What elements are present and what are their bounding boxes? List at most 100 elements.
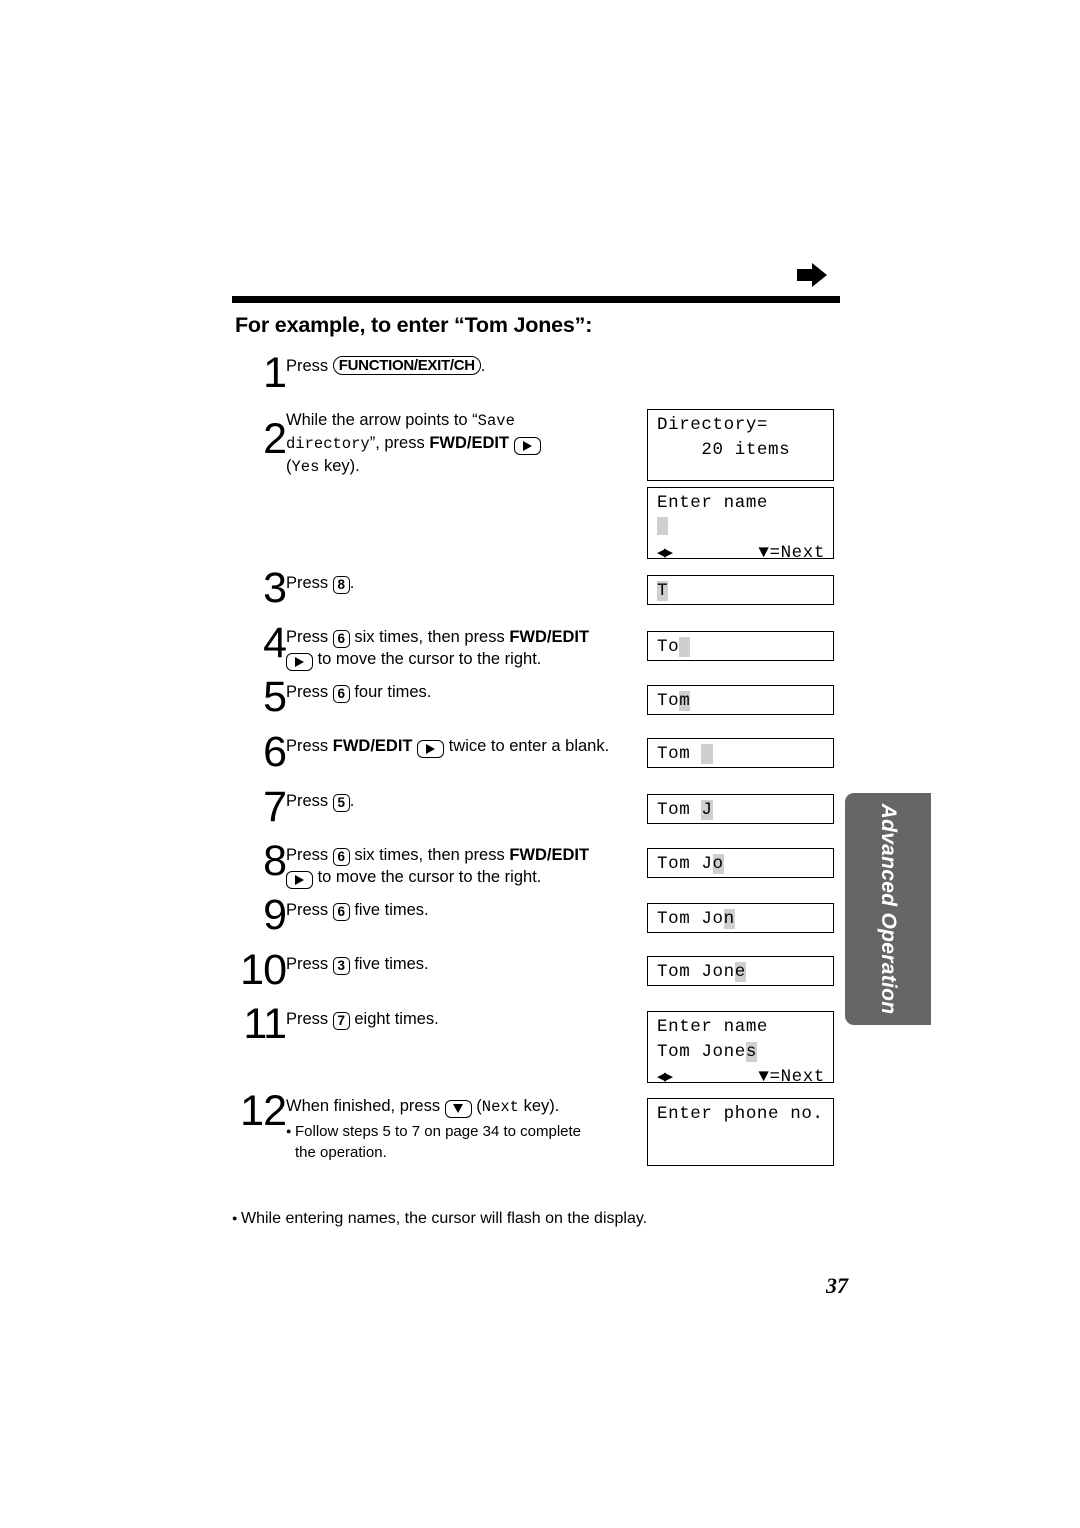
keypad-6-key[interactable]: 6 — [332, 630, 350, 648]
step-text: Press 6 four times. — [286, 681, 636, 703]
step-text-a: Press — [286, 901, 333, 919]
keypad-8-key[interactable]: 8 — [332, 576, 350, 594]
keypad-6-key[interactable]: 6 — [332, 685, 350, 703]
lcd-line: Directory= — [657, 415, 769, 435]
cursor-block — [657, 517, 668, 535]
keypad-6-key[interactable]: 6 — [332, 903, 350, 921]
step-number: 3 — [263, 564, 287, 612]
step-text-c: to move the cursor to the right. — [313, 650, 542, 668]
lcd-line: Tom Jon — [657, 907, 825, 932]
step-text-a: Press — [286, 846, 333, 864]
cursor-char: m — [679, 691, 691, 711]
lcd-text: Tom Jo — [657, 909, 724, 929]
next-down-arrow-key[interactable] — [444, 1100, 472, 1118]
fwd-edit-label: FWD/EDIT — [509, 628, 590, 646]
lcd-text: To — [657, 637, 680, 657]
save-directory-prompt-a: Save — [477, 412, 515, 430]
fwd-edit-right-arrow-key[interactable] — [513, 437, 541, 455]
keypad-6-key[interactable]: 6 — [332, 848, 350, 866]
step-text-d: key). — [319, 457, 360, 475]
lcd-step3: T — [647, 575, 834, 605]
step-text-b: twice to enter a blank. — [444, 737, 610, 755]
keypad-3-key[interactable]: 3 — [332, 957, 350, 975]
save-directory-prompt-b: directory — [286, 435, 370, 453]
manual-page: For example, to enter “Tom Jones”: 1 Pre… — [0, 0, 1080, 1528]
fwd-edit-label: FWD/EDIT — [332, 737, 413, 755]
lcd-line: Enter name — [657, 493, 769, 513]
step-text-b: ”, press — [369, 434, 430, 452]
step-12-note: Follow steps 5 to 7 on page 34 to comple… — [286, 1122, 676, 1163]
header-rule — [232, 296, 840, 303]
step-number: 2 — [263, 415, 287, 463]
step-text-b: five times. — [349, 955, 429, 973]
next-key-name: Next — [481, 1098, 519, 1116]
lcd-text: Tom — [657, 744, 702, 764]
step-number: 5 — [263, 673, 287, 721]
step-text: Press 3 five times. — [286, 953, 636, 975]
step-text-a: Press — [286, 628, 333, 646]
fwd-edit-label: FWD/EDIT — [429, 434, 510, 452]
step-number: 12 — [240, 1087, 287, 1135]
fwd-edit-right-arrow-key[interactable] — [286, 871, 313, 889]
step-number: 9 — [263, 891, 287, 939]
step-text-c: to move the cursor to the right. — [313, 868, 542, 886]
step-number: 10 — [240, 946, 287, 994]
step-number: 8 — [263, 837, 287, 885]
lcd-step6: Tom — [647, 738, 834, 768]
cursor-char: o — [712, 854, 724, 874]
cursor-char: J — [701, 800, 713, 820]
cursor-char: n — [723, 909, 735, 929]
note-line-1: Follow steps 5 to 7 on page 34 to comple… — [295, 1123, 582, 1140]
lcd-text: Tom J — [657, 854, 713, 874]
step-text-prefix: Press — [286, 357, 333, 375]
lcd-enter-phone: Enter phone no. — [647, 1098, 834, 1166]
lcd-directory: Directory= 20 items — [647, 409, 834, 481]
lcd-line: Tom Jones — [657, 1040, 825, 1065]
function-exit-ch-key[interactable]: FUNCTION/EXIT/CH — [332, 356, 481, 375]
lcd-step5: Tom — [647, 685, 834, 715]
step-text-b: eight times. — [349, 1010, 439, 1028]
fwd-edit-right-arrow-key[interactable] — [286, 653, 313, 671]
lcd-step10: Tom Jone — [647, 956, 834, 986]
step-text-a: Press — [286, 955, 333, 973]
lcd-enter-name-full: Enter name Tom Jones ◀▶ ▼=Next — [647, 1011, 834, 1087]
step-text-a: When finished, press — [286, 1097, 445, 1115]
lcd-text: Tom Jon — [657, 962, 735, 982]
step-text: Press 8. — [286, 572, 636, 594]
step-text: Press FUNCTION/EXIT/CH. — [286, 355, 636, 377]
page-footnote: While entering names, the cursor will fl… — [232, 1210, 647, 1228]
step-text: Press 6 six times, then press FWD/EDIT t… — [286, 844, 646, 889]
lcd-line: To — [657, 635, 825, 660]
lcd-text: Tom — [657, 800, 702, 820]
cursor-char: s — [745, 1042, 757, 1062]
right-arrow-icon — [795, 261, 829, 289]
lcd-line: Enter name — [657, 1017, 769, 1037]
step-number: 7 — [263, 783, 287, 831]
next-hint-label: ▼=Next — [758, 1067, 825, 1087]
cursor-char — [701, 744, 713, 764]
step-text-b: six times, then press — [349, 846, 510, 864]
keypad-5-key[interactable]: 5 — [332, 794, 350, 812]
step-number: 1 — [263, 349, 287, 397]
step-text: Press FWD/EDIT twice to enter a blank. — [286, 735, 626, 758]
section-tab-advanced-operation: Advanced Operation — [845, 793, 931, 1025]
page-title: For example, to enter “Tom Jones”: — [235, 313, 593, 337]
page-number: 37 — [826, 1273, 848, 1298]
bullet-icon — [232, 1210, 241, 1228]
lcd-line: T — [657, 579, 825, 604]
lcd-line: 20 items — [657, 440, 791, 460]
step-text-c: key). — [518, 1097, 560, 1115]
bullet-icon — [286, 1122, 295, 1143]
lcd-line: Tom J — [657, 798, 825, 823]
lcd-step8: Tom Jo — [647, 848, 834, 878]
keypad-7-key[interactable]: 7 — [332, 1012, 350, 1030]
step-text-a: Press — [286, 792, 333, 810]
note-line-2: the operation. — [295, 1144, 387, 1161]
left-right-arrows-icon: ◀▶ — [657, 1069, 673, 1086]
lcd-footer-line: ◀▶ ▼=Next — [657, 1065, 825, 1090]
fwd-edit-right-arrow-key[interactable] — [417, 740, 445, 758]
step-text-prefix: Press — [286, 574, 333, 592]
cursor-char: e — [734, 962, 746, 982]
cursor-char — [679, 637, 691, 657]
step-text: Press 5. — [286, 790, 636, 812]
